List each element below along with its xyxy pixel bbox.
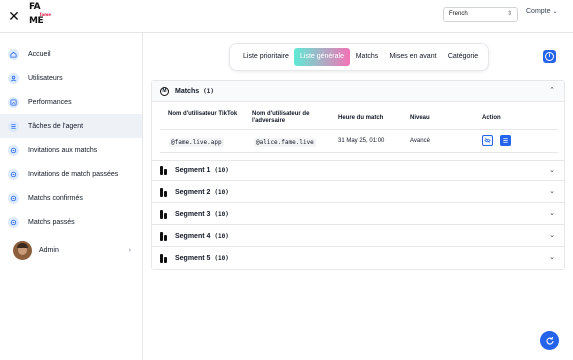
accordion-title: Matchs [175, 87, 200, 95]
accordion-segment-4[interactable]: Segment 4 (10) ⌄ [152, 226, 564, 247]
home-icon [8, 48, 19, 60]
sidebar-item-accueil[interactable]: Accueil [0, 42, 142, 66]
invite-icon [8, 144, 19, 156]
language-value: French [449, 11, 468, 17]
match-level: Avancé [410, 138, 430, 144]
accordion-title: Segment 1 [175, 167, 211, 174]
chevron-down-icon: ⌄ [552, 9, 558, 15]
segment-icon [160, 254, 169, 263]
matches-panel: M Matchs (1) ⌃ Nom d'utilisateur TikTok … [151, 80, 565, 270]
info-icon: i [545, 52, 554, 61]
match-confirmed-icon [8, 192, 19, 204]
accordion-count: (10) [214, 210, 229, 218]
accordion-segment-3[interactable]: Segment 3 (10) ⌄ [152, 204, 564, 225]
info-button[interactable]: i [543, 50, 556, 63]
sidebar-item-label: Invitations de match passées [28, 170, 119, 178]
refresh-button[interactable] [540, 331, 559, 350]
tab-mises-en-avant[interactable]: Mises en avant [385, 48, 441, 66]
admin-label: Admin [39, 246, 59, 254]
chevron-down-icon: ⌄ [549, 254, 555, 261]
sidebar-item-matchs-confirmes[interactable]: Matchs confirmés [0, 186, 142, 210]
column-header: Heure du match [338, 115, 384, 121]
sidebar-item-label: Tâches de l'agent [28, 122, 84, 130]
column-header: Nom d'utilisateur TikTok [168, 111, 238, 117]
updown-chevron-icon: ⇕ [506, 11, 512, 17]
close-icon[interactable]: ✕ [7, 9, 21, 23]
app-root: ✕ FA fame ME French ⇕ Compte ⌄ Accueil Ut… [0, 0, 573, 360]
accordion-title: Segment 5 [175, 255, 211, 262]
accordion-segment-5[interactable]: Segment 5 (10) ⌄ [152, 248, 564, 269]
opponent-username[interactable]: @alice.fame.live [254, 138, 316, 147]
match-icon: M [160, 86, 169, 96]
sidebar-item-label: Invitations aux matchs [28, 146, 98, 154]
sidebar-item-label: Accueil [28, 50, 51, 58]
refresh-icon [545, 336, 554, 345]
user-icon [8, 72, 19, 84]
match-time: 31 May 25, 01:00 [338, 138, 385, 144]
chevron-down-icon: ⌄ [549, 167, 555, 174]
chevron-up-icon: ⌃ [549, 87, 555, 94]
column-header: Action [482, 115, 501, 121]
accordion-title: Segment 2 [175, 188, 211, 196]
chevron-down-icon: ⌄ [549, 232, 555, 239]
column-header: Nom d'utilisateur de l'adversaire [252, 111, 310, 124]
eye-off-icon [484, 138, 491, 143]
segment-icon [160, 166, 169, 175]
sidebar-item-invitations-matchs[interactable]: Invitations aux matchs [0, 138, 142, 162]
accordion-count: (10) [214, 232, 229, 240]
sidebar-item-label: Matchs passés [28, 218, 75, 226]
sidebar: Accueil Utilisateurs Performances Tâches… [0, 33, 143, 360]
sidebar-item-label: Performances [28, 98, 72, 106]
sidebar-item-matchs-passes[interactable]: Matchs passés [0, 210, 142, 234]
accordion-count: (10) [214, 167, 229, 174]
tab-liste-prioritaire[interactable]: Liste prioritaire [236, 48, 296, 66]
account-label: Compte [526, 8, 551, 15]
admin-profile[interactable]: Admin › [13, 240, 131, 260]
tab-liste-generale[interactable]: Liste générale [294, 48, 350, 66]
matches-table: Nom d'utilisateur TikTok Nom d'utilisate… [160, 105, 558, 154]
table-row: @fame.live.app @alice.fame.live 31 May 2… [160, 129, 558, 153]
sidebar-item-label: Matchs confirmés [28, 194, 83, 202]
tab-bar: Liste prioritaire Liste générale Matchs … [229, 43, 489, 71]
sidebar-item-invitations-passees[interactable]: Invitations de match passées [0, 162, 142, 186]
segment-icon [160, 187, 169, 197]
sidebar-item-taches-agent[interactable]: Tâches de l'agent [0, 114, 142, 138]
chevron-right-icon: › [128, 246, 131, 254]
tab-matchs[interactable]: Matchs [353, 48, 381, 66]
segment-icon [160, 209, 169, 219]
sidebar-item-performances[interactable]: Performances [0, 90, 142, 114]
details-button[interactable] [500, 135, 511, 146]
sidebar-item-utilisateurs[interactable]: Utilisateurs [0, 66, 142, 90]
chart-icon [8, 96, 19, 108]
match-past-icon [8, 216, 19, 228]
sidebar-item-label: Utilisateurs [28, 74, 63, 82]
accordion-count: (10) [214, 255, 229, 262]
accordion-count: (10) [214, 188, 229, 196]
tiktok-username[interactable]: @fame.live.app [169, 138, 224, 147]
column-header: Niveau [410, 115, 430, 121]
segment-icon [160, 231, 169, 241]
account-menu[interactable]: Compte ⌄ [526, 8, 558, 15]
accordion-title: Segment 3 [175, 210, 211, 218]
chevron-down-icon: ⌄ [549, 210, 555, 217]
accordion-segment-1[interactable]: Segment 1 (10) ⌄ [152, 160, 564, 181]
accordion-matchs[interactable]: M Matchs (1) ⌃ [152, 81, 564, 102]
accordion-segment-2[interactable]: Segment 2 (10) ⌄ [152, 182, 564, 203]
invite-past-icon [8, 168, 19, 180]
logo-text-bottom: ME [29, 16, 44, 26]
avatar [13, 240, 32, 260]
top-bar: ✕ FA fame ME French ⇕ Compte ⌄ [0, 0, 573, 33]
accordion-title: Segment 4 [175, 232, 211, 240]
tab-categorie[interactable]: Catégorie [444, 48, 482, 66]
hide-button[interactable] [482, 135, 493, 146]
app-logo[interactable]: FA fame ME [29, 3, 51, 28]
accordion-count: (1) [203, 87, 214, 95]
logo-text-top: FA [29, 2, 41, 12]
list-icon [8, 120, 19, 132]
list-icon [503, 138, 508, 143]
chevron-down-icon: ⌄ [549, 188, 555, 195]
language-select[interactable]: French ⇕ [443, 7, 518, 22]
